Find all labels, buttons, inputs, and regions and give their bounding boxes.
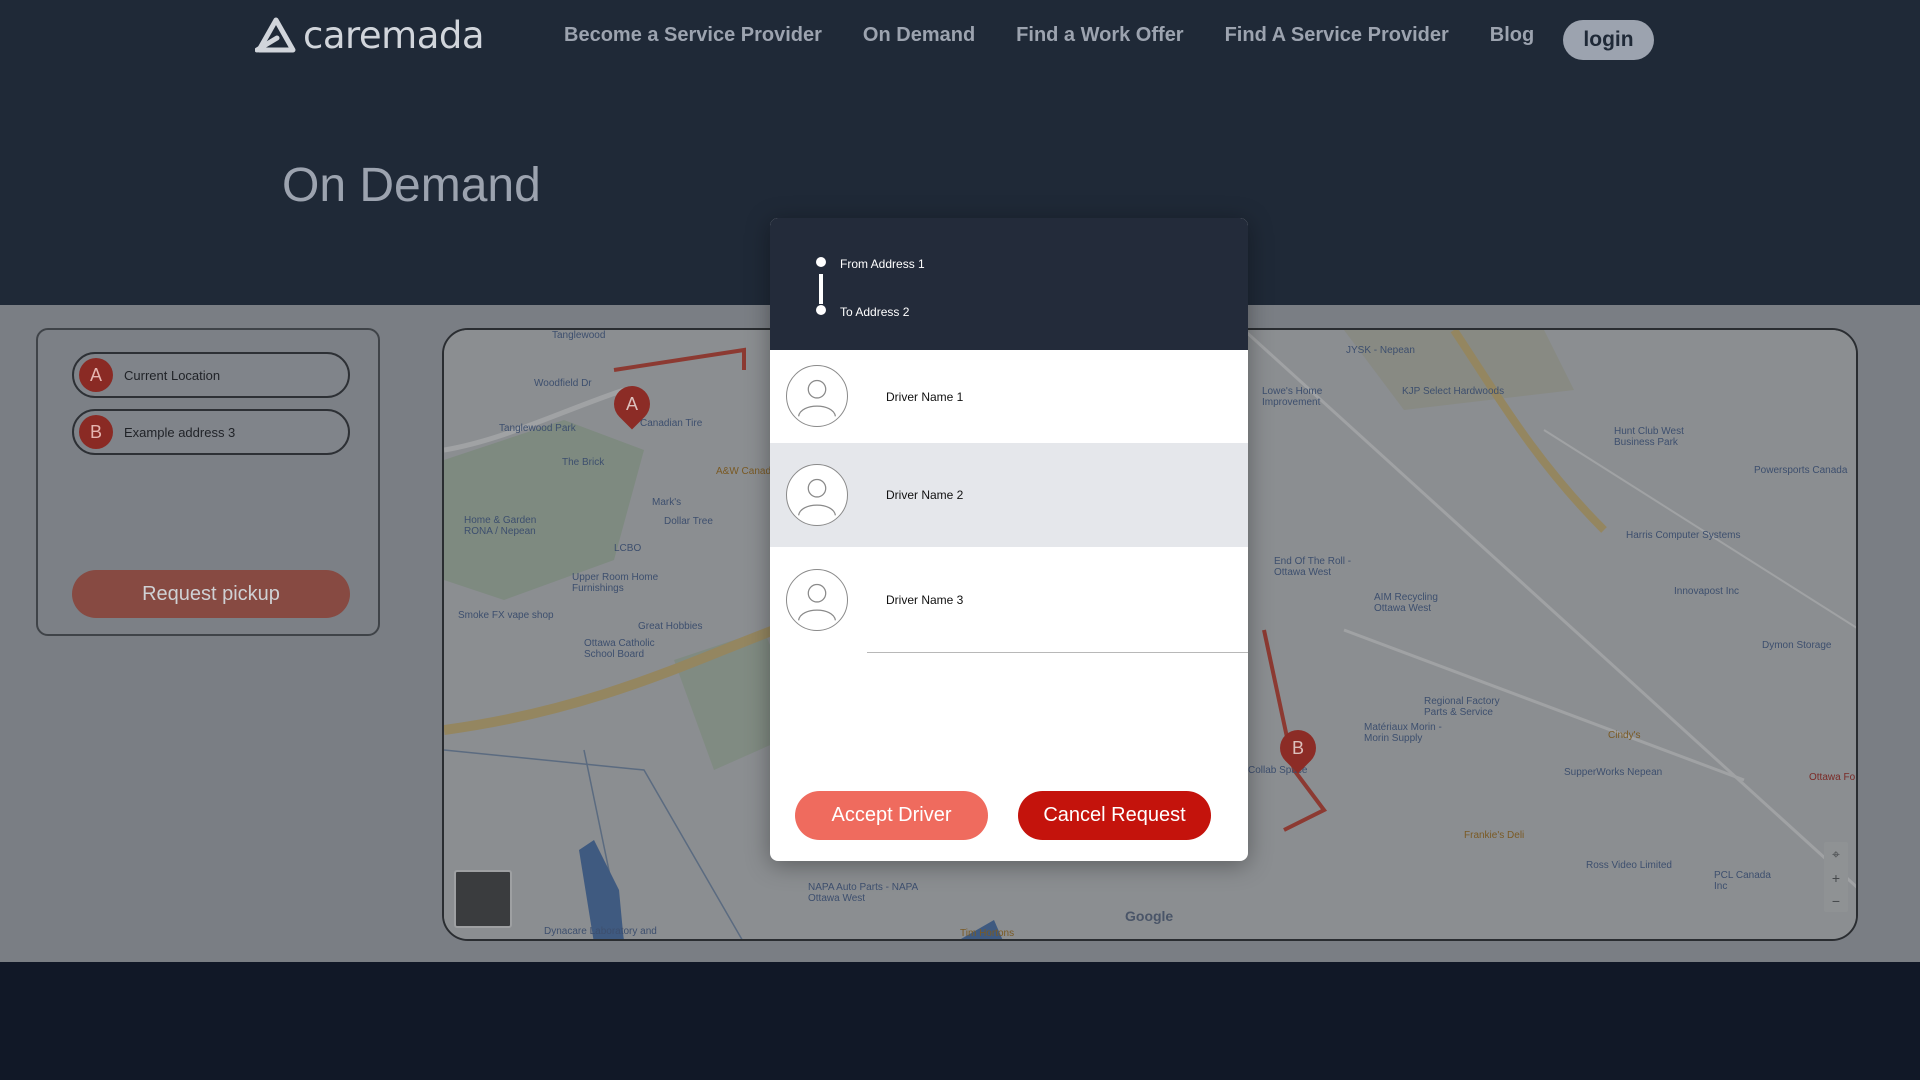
accept-driver-button[interactable]: Accept Driver bbox=[795, 791, 988, 840]
map-label: The Brick bbox=[562, 457, 605, 468]
map-label: AIM Recycling Ottawa West bbox=[1374, 592, 1438, 614]
map-marker-a[interactable]: A bbox=[606, 378, 658, 430]
map-label: Great Hobbies bbox=[638, 621, 703, 632]
map-label: Lowe's Home Improvement bbox=[1262, 386, 1323, 408]
nav-on-demand[interactable]: On Demand bbox=[863, 24, 975, 47]
nav-blog[interactable]: Blog bbox=[1490, 24, 1534, 47]
google-watermark: Google bbox=[1125, 908, 1174, 924]
from-address-value: Current Location bbox=[124, 367, 221, 383]
driver-name: Driver Name 2 bbox=[886, 488, 964, 502]
map-zoom-controls: ⌖ + − bbox=[1824, 842, 1848, 912]
map-marker-b[interactable]: B bbox=[1272, 722, 1324, 774]
map-label: SupperWorks Nepean bbox=[1564, 767, 1663, 778]
to-address-value: Example address 3 bbox=[124, 424, 236, 440]
map-label: Harris Computer Systems bbox=[1626, 530, 1741, 541]
driver-row-1[interactable]: Driver Name 1 bbox=[770, 350, 1248, 443]
map-label: Tanglewood Park bbox=[499, 423, 576, 434]
route-start-dot-icon bbox=[816, 257, 826, 267]
map-label: Ross Video Limited bbox=[1586, 860, 1672, 871]
map-label: Matériaux Morin - Morin Supply bbox=[1364, 722, 1442, 744]
main-nav: Become a Service Provider On Demand Find… bbox=[564, 24, 1534, 47]
map-label: Innovapost Inc bbox=[1674, 586, 1740, 597]
avatar-icon bbox=[786, 365, 848, 427]
avatar-icon bbox=[786, 464, 848, 526]
marker-a-label: A bbox=[625, 394, 638, 414]
map-label: End Of The Roll - Ottawa West bbox=[1274, 556, 1352, 578]
driver-name: Driver Name 3 bbox=[886, 593, 964, 607]
cancel-request-button[interactable]: Cancel Request bbox=[1018, 791, 1211, 840]
zoom-out-icon[interactable]: − bbox=[1832, 893, 1840, 909]
map-label: Tanglewood bbox=[552, 330, 606, 341]
satellite-toggle[interactable] bbox=[454, 870, 512, 928]
map-label: Dollar Tree bbox=[664, 516, 713, 527]
nav-find-work-offer[interactable]: Find a Work Offer bbox=[1016, 24, 1183, 47]
route-from: From Address 1 bbox=[840, 257, 925, 271]
map-label: Woodfield Dr bbox=[534, 378, 592, 389]
to-address-field[interactable]: B Example address 3 bbox=[72, 409, 350, 455]
from-badge: A bbox=[79, 358, 113, 392]
avatar-icon bbox=[786, 569, 848, 631]
map-label: Frankie's Deli bbox=[1464, 830, 1525, 841]
from-address-field[interactable]: A Current Location bbox=[72, 352, 350, 398]
route-end-dot-icon bbox=[816, 305, 826, 315]
nav-find-service-provider[interactable]: Find A Service Provider bbox=[1225, 24, 1449, 47]
map-label: KJP Select Hardwoods bbox=[1402, 386, 1505, 397]
to-badge: B bbox=[79, 415, 113, 449]
route-summary: From Address 1 To Address 2 bbox=[770, 218, 1248, 350]
driver-row-3[interactable]: Driver Name 3 bbox=[770, 547, 1248, 652]
driver-name: Driver Name 1 bbox=[886, 390, 964, 404]
route-line bbox=[819, 274, 823, 304]
trip-form-panel: A Current Location B Example address 3 R… bbox=[36, 328, 380, 636]
route-to: To Address 2 bbox=[840, 305, 910, 319]
logo-text: caremada bbox=[303, 14, 485, 57]
map-label: Powersports Canada bbox=[1754, 465, 1848, 476]
map-label: Upper Room Home Furnishings bbox=[572, 572, 659, 594]
map-label: Home & Garden RONA / Nepean bbox=[464, 515, 537, 537]
map-label: Smoke FX vape shop bbox=[458, 610, 554, 621]
row-divider bbox=[867, 652, 1248, 653]
map-label: JYSK - Nepean bbox=[1346, 345, 1415, 356]
nav-become-provider[interactable]: Become a Service Provider bbox=[564, 24, 822, 47]
login-button[interactable]: login bbox=[1563, 20, 1654, 60]
map-label: Ottawa Fo bbox=[1809, 772, 1856, 783]
map-label: Dynacare Laboratory and bbox=[544, 926, 657, 937]
map-label: Dymon Storage bbox=[1762, 640, 1832, 651]
map-label: Tim Hortons bbox=[960, 928, 1015, 939]
site-footer bbox=[0, 962, 1920, 1080]
locate-icon[interactable]: ⌖ bbox=[1832, 846, 1840, 863]
map-label: A&W Canada bbox=[716, 466, 777, 477]
map-label: PCL Canada Inc bbox=[1714, 870, 1771, 892]
marker-b-label: B bbox=[1291, 738, 1304, 758]
request-pickup-button[interactable]: Request pickup bbox=[72, 570, 350, 618]
caremada-logo-icon bbox=[255, 17, 296, 52]
driver-row-2[interactable]: Driver Name 2 bbox=[770, 443, 1248, 547]
map-label: Mark's bbox=[652, 497, 682, 508]
logo[interactable]: caremada bbox=[255, 14, 485, 57]
map-label: Hunt Club West Business Park bbox=[1614, 426, 1684, 448]
map-label: LCBO bbox=[614, 543, 642, 554]
map-label: Cindy's bbox=[1608, 730, 1641, 741]
page-title: On Demand bbox=[282, 159, 541, 212]
driver-select-modal: From Address 1 To Address 2 Driver Name … bbox=[770, 218, 1248, 861]
map-label: NAPA Auto Parts - NAPA Ottawa West bbox=[808, 882, 918, 904]
map-label: Regional Factory Parts & Service bbox=[1424, 696, 1500, 718]
zoom-in-icon[interactable]: + bbox=[1832, 870, 1840, 886]
map-label: Ottawa Catholic School Board bbox=[584, 638, 655, 660]
